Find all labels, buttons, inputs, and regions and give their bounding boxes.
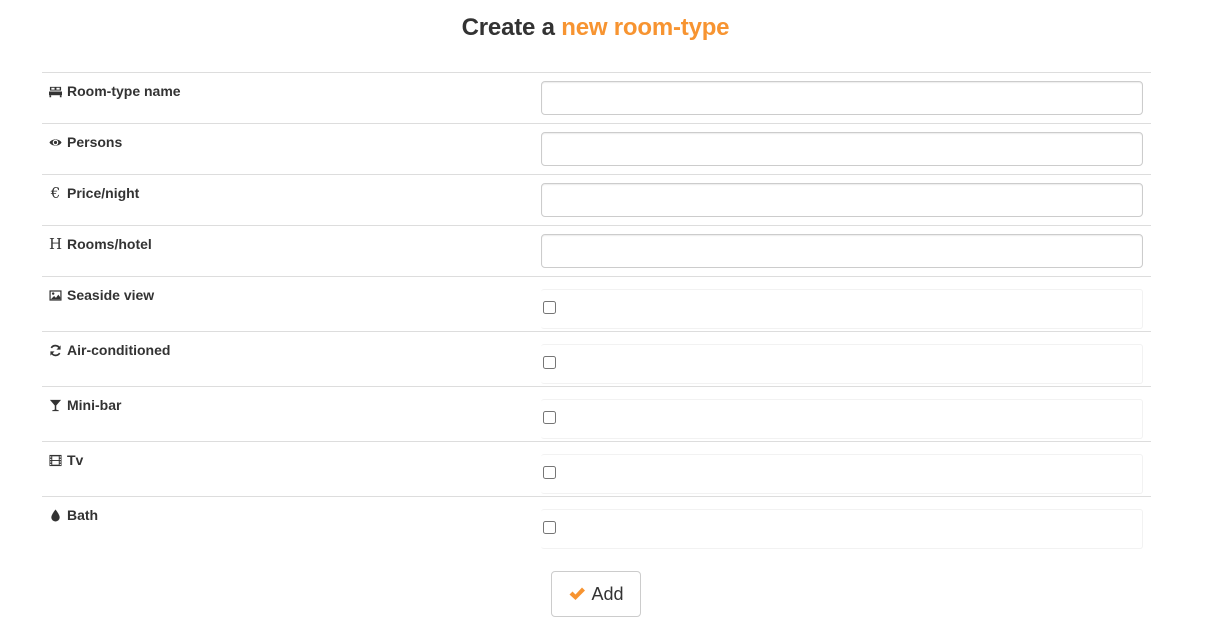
mini-bar-label: Mini-bar: [49, 397, 121, 413]
form-row-mini-bar: Mini-bar: [42, 387, 1151, 442]
tv-checkbox-wrap: [541, 454, 1143, 494]
mini-bar-label-text: Mini-bar: [67, 397, 122, 413]
tv-checkbox[interactable]: [543, 466, 556, 479]
room-type-form: Room-type name Persons € Price/night H R…: [42, 72, 1151, 552]
room-type-name-label-text: Room-type name: [67, 83, 181, 99]
price-night-label: € Price/night: [49, 183, 140, 202]
rooms-hotel-label-text: Rooms/hotel: [67, 236, 152, 252]
persons-input[interactable]: [541, 132, 1143, 166]
seaside-view-label-text: Seaside view: [67, 287, 155, 303]
page-title-accent: new room-type: [561, 14, 730, 41]
persons-label: Persons: [49, 134, 122, 150]
checkmark-icon: [569, 587, 586, 600]
air-conditioned-label: Air-conditioned: [49, 342, 170, 358]
eye-icon: [49, 136, 62, 149]
form-row-tv: Tv: [42, 442, 1151, 497]
picture-icon: [49, 289, 62, 302]
add-button-label: Add: [591, 583, 624, 604]
bath-label-text: Bath: [67, 507, 99, 523]
mini-bar-checkbox-wrap: [541, 399, 1143, 439]
bath-label: Bath: [49, 507, 98, 523]
rooms-hotel-label: H Rooms/hotel: [49, 236, 152, 252]
price-night-label-text: Price/night: [67, 185, 140, 201]
film-icon: [49, 454, 62, 467]
glass-icon: [49, 399, 62, 412]
tv-label: Tv: [49, 452, 83, 468]
air-conditioned-label-text: Air-conditioned: [67, 342, 171, 358]
form-row-air-conditioned: Air-conditioned: [42, 332, 1151, 387]
drop-icon: [49, 508, 62, 522]
room-type-name-label: Room-type name: [49, 83, 181, 99]
form-row-room-type-name: Room-type name: [42, 73, 1151, 124]
form-row-persons: Persons: [42, 124, 1151, 175]
persons-label-text: Persons: [67, 134, 123, 150]
bath-checkbox-wrap: [541, 509, 1143, 549]
add-button[interactable]: Add: [551, 571, 641, 617]
euro-icon: €: [50, 183, 61, 202]
tv-label-text: Tv: [67, 452, 84, 468]
seaside-view-checkbox-wrap: [541, 289, 1143, 329]
price-night-input[interactable]: [541, 183, 1143, 217]
h-icon: H: [48, 234, 63, 253]
form-row-price-night: € Price/night: [42, 175, 1151, 226]
bed-icon: [49, 85, 62, 98]
refresh-icon: [49, 344, 62, 357]
mini-bar-checkbox[interactable]: [543, 411, 556, 424]
room-type-name-input[interactable]: [541, 81, 1143, 115]
page-title-prefix: Create a: [461, 14, 555, 41]
bath-checkbox[interactable]: [543, 521, 556, 534]
page-title: Create a new room-type: [0, 14, 1191, 42]
form-row-rooms-hotel: H Rooms/hotel: [42, 226, 1151, 277]
seaside-view-checkbox[interactable]: [543, 301, 556, 314]
air-conditioned-checkbox[interactable]: [543, 356, 556, 369]
form-row-bath: Bath: [42, 497, 1151, 552]
form-row-seaside-view: Seaside view: [42, 277, 1151, 332]
air-conditioned-checkbox-wrap: [541, 344, 1143, 384]
seaside-view-label: Seaside view: [49, 287, 154, 303]
rooms-hotel-input[interactable]: [541, 234, 1143, 268]
